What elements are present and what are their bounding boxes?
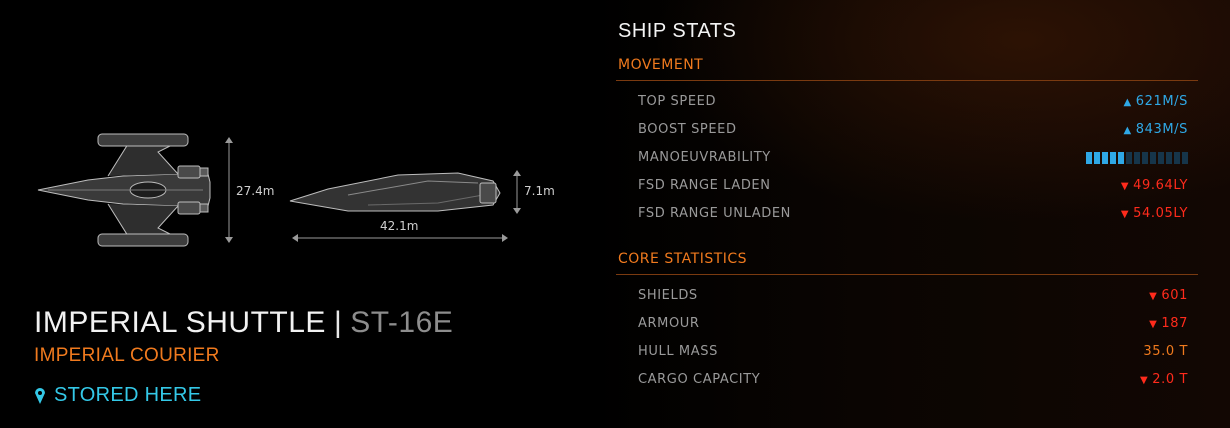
stat-label: MANOEUVRABILITY (638, 150, 771, 165)
ship-diagrams: 27.4m 7.1m 42.1m (0, 0, 600, 280)
stat-row-shields: SHIELDS ▼ 601 (638, 286, 1188, 306)
height-label: 7.1m (524, 184, 555, 198)
stored-status: STORED HERE (34, 384, 201, 407)
stat-value: ▲ 621M/S (1123, 94, 1188, 109)
decrease-arrow-icon: ▼ (1149, 319, 1158, 330)
stat-value: ▼ 2.0 T (1140, 372, 1188, 387)
ship-overview-panel: 27.4m 7.1m 42.1m IMPERIAL SHUTTLE | ST-16E… (0, 0, 600, 428)
manoeuvrability-pip (1102, 152, 1108, 164)
stat-label: SHIELDS (638, 288, 698, 303)
title-separator: | (333, 306, 343, 339)
ship-name: IMPERIAL SHUTTLE (34, 306, 326, 339)
stat-row-boost-speed: BOOST SPEED ▲ 843M/S (638, 120, 1188, 140)
stat-row-armour: ARMOUR ▼ 187 (638, 314, 1188, 334)
stat-value: 35.0 T (1143, 344, 1188, 359)
stat-row-fsd-laden: FSD RANGE LADEN ▼ 49.64LY (638, 176, 1188, 196)
stat-value-text: 2.0 T (1152, 372, 1188, 387)
manoeuvrability-pip (1086, 152, 1092, 164)
stat-value: ▼ 54.05LY (1121, 206, 1188, 221)
ship-id: ST-16E (350, 306, 454, 339)
manoeuvrability-pip (1182, 152, 1188, 164)
manoeuvrability-pip (1110, 152, 1116, 164)
core-statistics-section-header: CORE STATISTICS (616, 248, 1198, 275)
stat-value: ▼ 187 (1149, 316, 1188, 331)
ship-role: IMPERIAL COURIER (34, 345, 220, 366)
movement-section-header: MOVEMENT (616, 54, 1198, 81)
stat-value-text: 843M/S (1135, 122, 1188, 137)
stat-row-manoeuvrability: MANOEUVRABILITY (638, 148, 1188, 168)
stat-value-text: 54.05LY (1133, 206, 1188, 221)
ship-title: IMPERIAL SHUTTLE | ST-16E (34, 306, 453, 340)
manoeuvrability-pip (1150, 152, 1156, 164)
ship-side-view-icon (289, 172, 501, 212)
manoeuvrability-pip (1118, 152, 1124, 164)
ship-stats-panel: SHIP STATS MOVEMENT TOP SPEED ▲ 621M/S BO… (616, 0, 1198, 428)
increase-arrow-icon: ▲ (1123, 97, 1132, 108)
length-label: 42.1m (380, 219, 419, 233)
width-dimension-line (225, 137, 233, 243)
stat-label: TOP SPEED (638, 94, 717, 109)
increase-arrow-icon: ▲ (1123, 125, 1132, 136)
manoeuvrability-pip (1142, 152, 1148, 164)
stats-title: SHIP STATS (618, 20, 737, 42)
core-statistics-header-label: CORE STATISTICS (618, 251, 748, 267)
manoeuvrability-pip (1126, 152, 1132, 164)
stat-value: ▼ 49.64LY (1121, 178, 1188, 193)
manoeuvrability-pip (1094, 152, 1100, 164)
stat-label: BOOST SPEED (638, 122, 737, 137)
stat-label: HULL MASS (638, 344, 718, 359)
manoeuvrability-pip (1174, 152, 1180, 164)
decrease-arrow-icon: ▼ (1149, 291, 1158, 302)
stat-value-text: 601 (1161, 288, 1188, 303)
manoeuvrability-pip (1158, 152, 1164, 164)
stat-value: ▲ 843M/S (1123, 122, 1188, 137)
stat-label: ARMOUR (638, 316, 700, 331)
length-dimension-line (292, 234, 508, 242)
stored-status-text: STORED HERE (54, 384, 202, 406)
width-label: 27.4m (236, 184, 275, 198)
decrease-arrow-icon: ▼ (1120, 181, 1130, 192)
stat-value-text: 49.64LY (1133, 178, 1188, 193)
stat-value-text: 35.0 T (1143, 344, 1188, 359)
stat-label: FSD RANGE LADEN (638, 178, 771, 193)
stat-label: CARGO CAPACITY (638, 372, 761, 387)
stat-row-cargo-capacity: CARGO CAPACITY ▼ 2.0 T (638, 370, 1188, 390)
stat-value-text: 621M/S (1135, 94, 1188, 109)
stat-value-text: 187 (1161, 316, 1188, 331)
stat-row-hull-mass: HULL MASS 35.0 T (638, 342, 1188, 362)
stat-label: FSD RANGE UNLADEN (638, 206, 792, 221)
movement-header-label: MOVEMENT (618, 57, 704, 73)
ship-top-view-icon (37, 133, 211, 247)
decrease-arrow-icon: ▼ (1139, 375, 1149, 386)
stat-value: ▼ 601 (1149, 288, 1188, 303)
manoeuvrability-pip (1134, 152, 1140, 164)
height-dimension-line (513, 170, 521, 214)
manoeuvrability-bar (1086, 152, 1188, 164)
stat-row-fsd-unladen: FSD RANGE UNLADEN ▼ 54.05LY (638, 204, 1188, 224)
decrease-arrow-icon: ▼ (1120, 209, 1130, 220)
location-marker-icon (35, 387, 45, 404)
stat-row-top-speed: TOP SPEED ▲ 621M/S (638, 92, 1188, 112)
manoeuvrability-pip (1166, 152, 1172, 164)
